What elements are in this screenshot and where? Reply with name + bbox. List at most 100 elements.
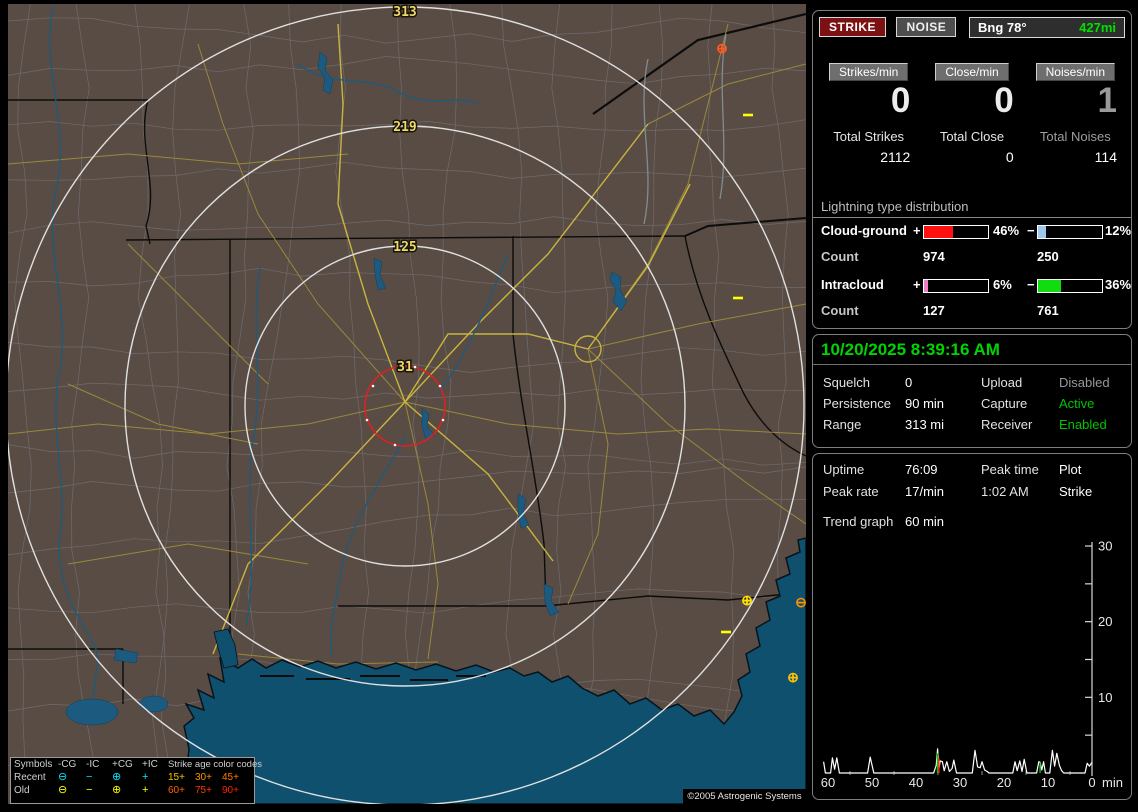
uptime-label: Uptime	[823, 462, 864, 477]
status-row: Persistence 90 min Capture Active	[813, 396, 1131, 414]
legend-cell: Old	[14, 784, 58, 797]
legend-cell: -CG	[58, 758, 86, 771]
legend-cell: −	[86, 771, 112, 784]
total-close-label: Total Close	[924, 129, 1019, 144]
ic-minus-pct: 36%	[1105, 277, 1131, 292]
legend-cell: +	[142, 784, 168, 797]
persistence-value: 90 min	[905, 396, 944, 411]
strike-symbol--IC	[733, 297, 743, 300]
persistence-label: Persistence	[823, 396, 891, 411]
minus-sign: −	[1027, 223, 1035, 238]
legend-cell: Symbols	[14, 758, 58, 771]
distribution-title: Lightning type distribution	[813, 199, 1131, 218]
ring-label-313: 313	[393, 5, 416, 20]
cg-minus-bar	[1037, 225, 1103, 239]
count-label: Count	[821, 249, 859, 264]
receiver-label: Receiver	[981, 417, 1032, 432]
legend-cell: ⊖	[58, 784, 86, 797]
trend-line	[824, 749, 1092, 773]
legend-cell: 75+	[195, 784, 222, 797]
cloud-ground-label: Cloud-ground	[821, 223, 907, 238]
squelch-label: Squelch	[823, 375, 870, 390]
legend-cell: ⊕	[112, 784, 142, 797]
strike-symbol-+CG: ⊕	[787, 669, 799, 685]
svg-text:20: 20	[997, 775, 1011, 790]
map-legend: Symbols-CG-IC+CG+ICStrike age color code…	[10, 757, 255, 804]
status-panel: 10/20/2025 8:39:16 AM Squelch 0 Upload D…	[812, 334, 1132, 448]
legend-cell: +IC	[142, 758, 168, 771]
noises-per-min-value: 1	[1028, 79, 1123, 123]
capture-status: Active	[1059, 396, 1094, 411]
range-label: Range	[823, 417, 861, 432]
legend-cell: 45+	[222, 771, 249, 784]
svg-text:10: 10	[1098, 690, 1112, 705]
stormvue-app: { "header": { "strike_button": "STRIKE",…	[0, 0, 1138, 812]
legend-cell: -IC	[86, 758, 112, 771]
copyright-label: ©2005 Astrogenic Systems	[683, 789, 806, 804]
legend-cell: Strike age color codes	[168, 758, 249, 771]
count-label: Count	[821, 303, 859, 318]
legend-cell: 90+	[222, 784, 249, 797]
plus-sign: +	[913, 223, 921, 238]
session-row: Peak rate 17/min 1:02 AM Strike	[813, 484, 1131, 502]
status-row: Range 313 mi Receiver Enabled	[813, 417, 1131, 435]
peak-rate-label: Peak rate	[823, 484, 879, 499]
svg-text:30: 30	[953, 775, 967, 790]
bearing-label: Bng 78°	[978, 20, 1027, 35]
ic-minus-bar	[1037, 279, 1103, 293]
close-per-min-value: 0	[924, 79, 1019, 123]
strike-symbol-+CG: ⊕	[716, 40, 728, 56]
divider	[813, 364, 1131, 365]
legend-cell: 30+	[195, 771, 222, 784]
status-row: Squelch 0 Upload Disabled	[813, 375, 1131, 393]
ring-label-219: 219	[393, 120, 416, 135]
strike-symbol--IC	[721, 631, 731, 634]
range-value: 313 mi	[905, 417, 944, 432]
total-strikes-value: 2112	[821, 149, 916, 165]
intracloud-row: Intracloud + 6% − 36%	[813, 277, 1131, 295]
cg-minus-pct: 12%	[1105, 223, 1131, 238]
total-strikes-label: Total Strikes	[821, 129, 916, 144]
cg-plus-bar	[923, 225, 989, 239]
ic-minus-count: 761	[1037, 303, 1059, 318]
receiver-status: Enabled	[1059, 417, 1107, 432]
plus-sign: +	[913, 277, 921, 292]
peak-time-value: 1:02 AM	[981, 484, 1029, 499]
ic-plus-pct: 6%	[993, 277, 1012, 292]
legend-cell: −	[86, 784, 112, 797]
ic-plus-count: 127	[923, 303, 945, 318]
ic-plus-bar	[923, 279, 989, 293]
strikes-per-min-value: 0	[821, 79, 916, 123]
cloud-ground-counts: Count 974 250	[813, 249, 1131, 265]
svg-text:60: 60	[821, 775, 835, 790]
legend-cell: Recent	[14, 771, 58, 784]
trend-window-value: 60 min	[905, 514, 944, 529]
svg-text:10: 10	[1041, 775, 1055, 790]
squelch-value: 0	[905, 375, 912, 390]
svg-text:min: min	[1102, 775, 1123, 790]
counters-panel: STRIKE NOISE Bng 78° 427mi Strikes/min C…	[812, 10, 1132, 329]
session-row: Uptime 76:09 Peak time Plot	[813, 462, 1131, 480]
upload-label: Upload	[981, 375, 1022, 390]
legend-cell: 15+	[168, 771, 195, 784]
intracloud-label: Intracloud	[821, 277, 884, 292]
legend-cell: +	[142, 771, 168, 784]
plot-type-value: Strike	[1059, 484, 1092, 499]
datetime-display: 10/20/2025 8:39:16 AM	[821, 340, 1000, 360]
legend-cell: 60+	[168, 784, 195, 797]
uptime-value: 76:09	[905, 462, 938, 477]
intracloud-counts: Count 127 761	[813, 303, 1131, 319]
strike-symbol--IC	[743, 114, 753, 117]
svg-text:20: 20	[1098, 614, 1112, 629]
strike-mode-button[interactable]: STRIKE	[819, 17, 886, 37]
cg-plus-count: 974	[923, 249, 945, 264]
minus-sign: −	[1027, 277, 1035, 292]
legend-cell: ⊕	[112, 771, 142, 784]
ring-label-125: 125	[393, 240, 416, 255]
bearing-range: 427mi	[1079, 20, 1116, 35]
noise-mode-button[interactable]: NOISE	[896, 17, 956, 37]
lightning-map[interactable]: 313 219 125 31 ⊕⊕⊖⊕ Symbols-CG-IC+CG+ICS…	[8, 4, 806, 804]
cloud-ground-row: Cloud-ground + 46% − 12%	[813, 223, 1131, 241]
map-canvas[interactable]: 313 219 125 31 ⊕⊕⊖⊕	[8, 4, 806, 804]
upload-status: Disabled	[1059, 375, 1110, 390]
